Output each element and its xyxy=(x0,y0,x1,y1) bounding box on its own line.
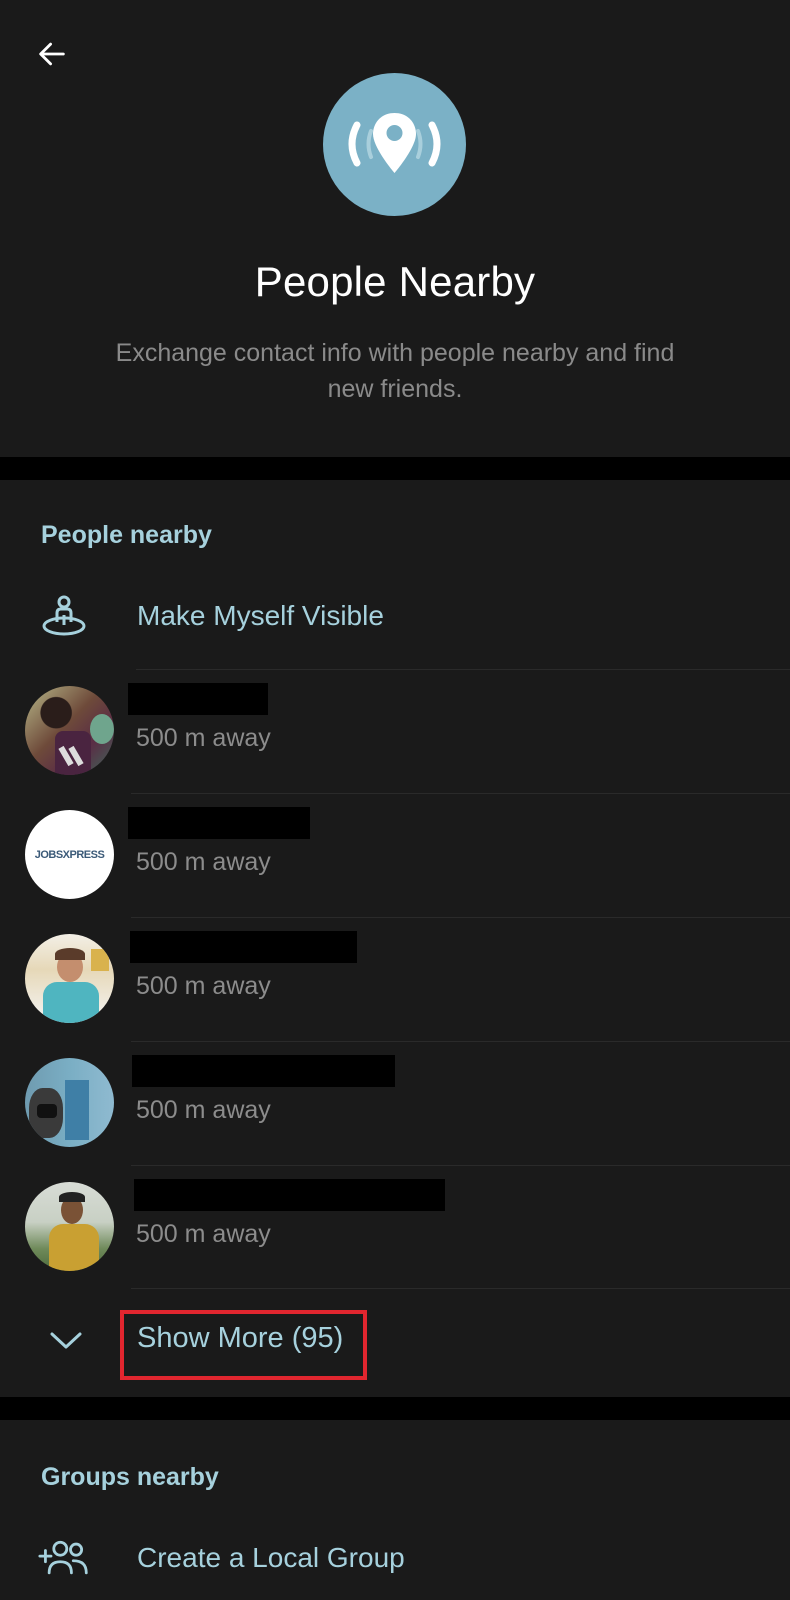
header: People Nearby Exchange contact info with… xyxy=(0,0,790,457)
create-local-group-button[interactable]: Create a Local Group xyxy=(0,1518,790,1598)
back-button[interactable] xyxy=(30,32,74,76)
avatar xyxy=(25,934,114,1023)
chevron-down-icon xyxy=(50,1332,82,1349)
make-myself-visible-label: Make Myself Visible xyxy=(137,600,384,631)
person-list-item[interactable]: JOBSXPRESS 500 m away xyxy=(0,794,790,917)
person-list-item[interactable]: 500 m away xyxy=(0,1166,790,1289)
person-list-item[interactable]: 500 m away xyxy=(0,670,790,793)
location-broadcast-icon xyxy=(323,73,466,216)
create-local-group-label: Create a Local Group xyxy=(137,1542,405,1573)
people-nearby-header: People nearby xyxy=(41,521,212,549)
make-myself-visible-button[interactable]: Make Myself Visible xyxy=(0,576,790,656)
person-name-redacted xyxy=(128,807,310,839)
person-list-item[interactable]: 500 m away xyxy=(0,918,790,1041)
person-distance: 500 m away xyxy=(136,1220,271,1248)
avatar xyxy=(25,686,114,775)
avatar xyxy=(25,1058,114,1147)
avatar: JOBSXPRESS xyxy=(25,810,114,899)
person-distance: 500 m away xyxy=(136,724,271,752)
show-more-label: Show More (95) xyxy=(137,1322,344,1354)
add-group-icon xyxy=(38,1532,90,1584)
avatar-logo-text: JOBSXPRESS xyxy=(34,848,105,861)
groups-nearby-header: Groups nearby xyxy=(41,1463,219,1491)
page-title: People Nearby xyxy=(254,258,536,305)
person-distance: 500 m away xyxy=(136,972,271,1000)
show-more-button[interactable]: Show More (95) xyxy=(0,1290,790,1390)
person-name-redacted xyxy=(134,1179,445,1211)
person-name-redacted xyxy=(128,683,268,715)
page-subtitle: Exchange contact info with people nearby… xyxy=(115,339,675,403)
avatar xyxy=(25,1182,114,1271)
divider xyxy=(131,1288,790,1289)
person-distance: 500 m away xyxy=(136,1096,271,1124)
arrow-left-icon xyxy=(39,42,65,66)
person-distance: 500 m away xyxy=(136,848,271,876)
person-name-redacted xyxy=(130,931,357,963)
person-list-item[interactable]: 500 m away xyxy=(0,1042,790,1165)
person-visible-icon xyxy=(38,590,90,642)
person-name-redacted xyxy=(132,1055,395,1087)
